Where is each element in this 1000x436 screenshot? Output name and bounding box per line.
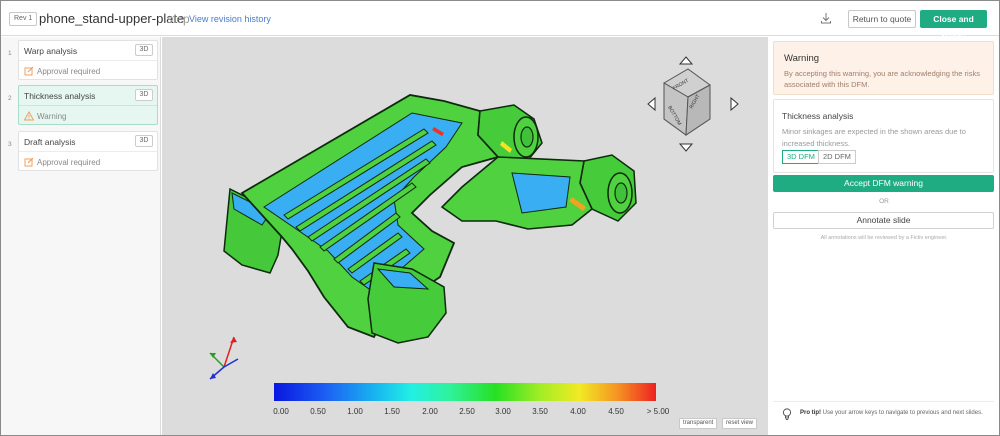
3d-viewer[interactable]: FRONT BOTTOM RIGHT 0.00 0.50 1.00 1.50 2…: [162, 37, 768, 435]
view-cube[interactable]: FRONT BOTTOM RIGHT: [663, 68, 711, 136]
axes-gizmo-icon: [209, 336, 239, 380]
tip-divider: [773, 401, 994, 402]
dfm-3d-toggle[interactable]: 3D DFM: [782, 150, 820, 164]
warning-text: By accepting this warning, you are ackno…: [784, 69, 980, 89]
view-3d-tag[interactable]: 3D: [135, 89, 153, 101]
or-separator: OR: [879, 198, 889, 205]
scale-label: 3.50: [532, 407, 548, 416]
thickness-description: Minor sinkages are expected in the shown…: [782, 127, 966, 148]
scale-label: 1.50: [384, 407, 400, 416]
analysis-sidebar: 1 Warp analysis 3D Approval required 2 T…: [1, 37, 161, 435]
card-divider: [19, 60, 157, 61]
return-to-quote-button[interactable]: Return to quote: [848, 10, 916, 28]
analysis-status: Approval required: [37, 67, 101, 76]
revision-history-link[interactable]: View revision history: [189, 14, 271, 24]
pro-tip-text: Use your arrow keys to navigate to previ…: [822, 410, 983, 416]
pro-tip: Pro tip! Use your arrow keys to navigate…: [800, 410, 983, 416]
model-render[interactable]: FRONT BOTTOM RIGHT: [162, 37, 768, 435]
analysis-number: 3: [8, 141, 12, 148]
color-scale-labels: 0.00 0.50 1.00 1.50 2.00 2.50 3.00 3.50 …: [162, 407, 768, 417]
scale-label: 0.50: [310, 407, 326, 416]
warning-icon: [24, 111, 34, 121]
card-divider: [19, 151, 157, 152]
header-bar: Rev 1 phone_stand-upper-plate step View …: [1, 1, 999, 42]
close-and-notify-button[interactable]: Close and Notify: [920, 10, 987, 42]
analysis-status: Warning: [37, 112, 67, 121]
view-3d-tag[interactable]: 3D: [135, 44, 153, 56]
annotate-slide-button[interactable]: Annotate slide: [773, 212, 994, 229]
thickness-color-scale: [274, 383, 656, 401]
accept-dfm-warning-button[interactable]: Accept DFM warning: [773, 175, 994, 192]
analysis-number: 2: [8, 95, 12, 102]
transparent-toggle-button[interactable]: transparent: [679, 418, 718, 429]
thickness-analysis-box: Thickness analysis Minor sinkages are ex…: [773, 99, 994, 173]
warning-title: Warning: [784, 53, 820, 64]
revision-badge: Rev 1: [9, 12, 38, 26]
arrow-right-icon[interactable]: [730, 96, 739, 112]
analysis-title: Thickness analysis: [24, 91, 96, 101]
scale-label: 2.50: [459, 407, 475, 416]
scale-label: 4.00: [570, 407, 586, 416]
analysis-card-warp[interactable]: Warp analysis 3D Approval required: [18, 40, 158, 80]
edit-icon: [24, 157, 34, 167]
analysis-title: Warp analysis: [24, 46, 78, 56]
thickness-title: Thickness analysis: [782, 111, 854, 121]
pro-tip-label: Pro tip!: [800, 410, 821, 416]
analysis-title: Draft analysis: [24, 137, 76, 147]
download-icon[interactable]: [819, 11, 833, 25]
scale-label: 0.00: [273, 407, 289, 416]
analysis-card-draft[interactable]: Draft analysis 3D Approval required: [18, 131, 158, 171]
analysis-number: 1: [8, 50, 12, 57]
warning-box: Warning By accepting this warning, you a…: [773, 41, 994, 95]
scale-label: > 5.00: [646, 407, 670, 416]
arrow-down-icon[interactable]: [678, 143, 694, 152]
file-name: phone_stand-upper-plate: [39, 11, 185, 26]
scale-label: 4.50: [608, 407, 624, 416]
dfm-panel: Warning By accepting this warning, you a…: [769, 37, 999, 435]
arrow-up-icon[interactable]: [678, 56, 694, 65]
lightbulb-icon: [782, 408, 792, 420]
review-note: All annotations will be reviewed by a Fi…: [820, 235, 948, 241]
card-divider: [19, 105, 157, 106]
scale-label: 2.00: [422, 407, 438, 416]
scale-label: 3.00: [495, 407, 511, 416]
edit-icon: [24, 66, 34, 76]
analysis-card-thickness[interactable]: Thickness analysis 3D Warning: [18, 85, 158, 125]
view-3d-tag[interactable]: 3D: [135, 135, 153, 147]
scale-label: 1.00: [347, 407, 363, 416]
reset-view-button[interactable]: reset view: [722, 418, 758, 429]
arrow-left-icon[interactable]: [647, 96, 656, 112]
dfm-2d-toggle[interactable]: 2D DFM: [818, 150, 856, 164]
analysis-status: Approval required: [37, 158, 101, 167]
file-extension: step: [167, 12, 190, 26]
